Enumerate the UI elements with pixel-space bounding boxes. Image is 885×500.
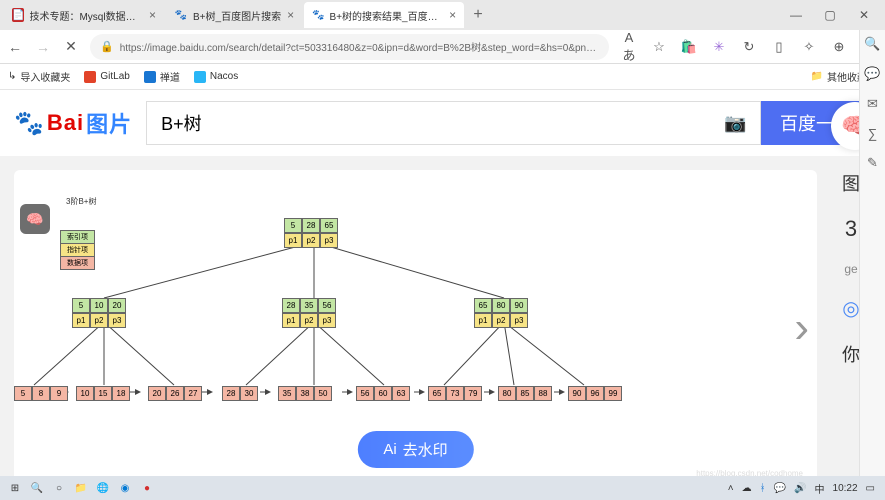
internal-node-c: 658090 p1p2p3 [474,298,528,328]
maximize-button[interactable]: ▢ [813,8,847,22]
root-node: 52865 p1p2p3 [284,218,338,248]
ai-icon: Ai [383,441,396,458]
tabs-icon[interactable]: ▯ [769,39,789,55]
baidu-logo[interactable]: 🐾 Bai 图片 [14,107,132,139]
paw-icon: 🐾 [14,109,45,138]
search-sidebar-icon[interactable]: 🔍 [864,36,880,52]
back-button[interactable]: ← [6,39,24,55]
collections-icon[interactable]: ✧ [799,39,819,55]
tray-time[interactable]: 10:22 [833,483,858,494]
leaf-node: 353850 [278,386,332,401]
url-text: https://image.baidu.com/search/detail?ct… [120,39,596,54]
translate-icon[interactable]: Aあ [619,30,639,64]
tab-close-icon[interactable]: × [449,8,456,22]
tray-ime-icon[interactable]: 中 [815,481,825,496]
bookmark-nacos[interactable]: Nacos [194,71,238,83]
tab-close-icon[interactable]: × [149,8,156,22]
page-header: 🐾 Bai 图片 📷 百度一下 🧠 [0,90,885,156]
downloads-icon[interactable]: ⊕ [829,39,849,55]
start-button[interactable]: ⊞ [4,478,26,498]
address-bar: ← → ✕ 🔒 https://image.baidu.com/search/d… [0,30,885,64]
browser-tab-2[interactable]: 🐾 B+树的搜索结果_百度图片搜索 × [304,2,464,28]
window-controls: — ▢ ✕ [779,8,881,22]
stop-reload-button[interactable]: ✕ [62,38,80,55]
leaf-node: 589 [14,386,68,401]
forward-button[interactable]: → [34,39,52,55]
math-sidebar-icon[interactable]: ∑ [868,126,877,141]
cortana-icon[interactable]: ○ [48,478,70,498]
tab-favicon: 📄 [12,8,24,22]
side-label-2: 3 [845,216,857,242]
minimize-button[interactable]: — [779,8,813,22]
bookmark-zentao[interactable]: 禅道 [144,69,180,84]
remove-watermark-button[interactable]: Ai 去水印 [357,431,473,468]
system-tray: ˄ ☁ ᚼ 💬 🔊 中 10:22 ▭ [728,481,881,496]
tray-expand-icon[interactable]: ˄ [728,483,734,494]
leaf-node: 202627 [148,386,202,401]
favorite-icon[interactable]: ☆ [649,39,669,55]
content-area: 🧠 3阶B+树 索引项 指针项 数据项 52865 p1p2p3 51020 p… [0,156,885,500]
bookmark-gitlab[interactable]: GitLab [84,71,129,83]
search-input[interactable] [146,101,711,145]
search-box: 📷 百度一下 [146,101,871,145]
side-label-3: ge [844,262,857,276]
browser-tab-1[interactable]: 🐾 B+树_百度图片搜索 × [166,2,302,28]
circle-icon[interactable]: ◎ [842,296,859,321]
tools-sidebar-icon[interactable]: ✎ [867,155,878,171]
tab-favicon: 🐾 [312,8,324,22]
next-image-button[interactable]: › [794,303,809,353]
leaf-node: 909699 [568,386,622,401]
refresh-ext-icon[interactable]: ↻ [739,39,759,55]
tab-close-icon[interactable]: × [287,8,294,22]
tab-label: 技术专题：Mysql数据库（视图… [29,8,143,23]
windows-taskbar: ⊞ 🔍 ○ 📁 🌐 ◉ ● ˄ ☁ ᚼ 💬 🔊 中 10:22 ▭ [0,476,885,500]
tray-wechat-icon[interactable]: 💬 [774,483,786,494]
tab-label: B+树的搜索结果_百度图片搜索 [330,8,444,23]
leaf-node: 808588 [498,386,552,401]
shopping-icon[interactable]: 🛍️ [679,39,699,55]
side-label-you: 你 [842,341,860,367]
window-tab-bar: 📄 技术专题：Mysql数据库（视图… × 🐾 B+树_百度图片搜索 × 🐾 B… [0,0,885,30]
brain-icon: 🧠 [20,204,50,234]
new-tab-button[interactable]: + [466,6,490,24]
leaf-node: 657379 [428,386,482,401]
side-label-1: 图 [842,170,860,196]
leaf-node: 566063 [356,386,410,401]
tab-favicon: 🐾 [174,8,188,22]
internal-node-a: 51020 p1p2p3 [72,298,126,328]
folder-icon: 📁 [811,71,823,82]
gitlab-icon [84,71,96,83]
diagram-title: 3阶B+树 [66,196,96,207]
diagram-legend: 索引项 指针项 数据项 [60,230,95,269]
tab-label: B+树_百度图片搜索 [193,8,281,23]
browser-tab-0[interactable]: 📄 技术专题：Mysql数据库（视图… × [4,2,164,28]
tray-bluetooth-icon[interactable]: ᚼ [760,483,766,494]
import-icon: ↳ [8,71,16,82]
internal-node-b: 283556 p1p2p3 [282,298,336,328]
chrome-icon[interactable]: 🌐 [92,478,114,498]
nacos-icon [194,71,206,83]
recording-icon[interactable]: ● [136,478,158,498]
extension-icon[interactable]: ✳ [709,39,729,55]
bookmarks-bar: ↳ 导入收藏夹 GitLab 禅道 Nacos 📁 其他收藏夹 [0,64,885,90]
zentao-icon [144,71,156,83]
mail-sidebar-icon[interactable]: ✉ [867,96,878,112]
notifications-icon[interactable]: ▭ [866,483,875,494]
lock-icon: 🔒 [100,40,114,53]
close-window-button[interactable]: ✕ [847,8,881,22]
import-bookmarks[interactable]: ↳ 导入收藏夹 [8,69,70,84]
search-taskbar-icon[interactable]: 🔍 [26,478,48,498]
edge-sidebar: 🔍 💬 ✉ ∑ ✎ ⚙ [859,30,885,500]
image-viewer: 🧠 3阶B+树 索引项 指针项 数据项 52865 p1p2p3 51020 p… [14,170,817,486]
url-input[interactable]: 🔒 https://image.baidu.com/search/detail?… [90,34,609,60]
explorer-icon[interactable]: 📁 [70,478,92,498]
leaf-node: 101518 [76,386,130,401]
camera-search-icon[interactable]: 📷 [711,101,761,145]
leaf-node: 2830 [222,386,258,401]
tray-volume-icon[interactable]: 🔊 [794,483,806,494]
edge-icon[interactable]: ◉ [114,478,136,498]
chat-sidebar-icon[interactable]: 💬 [864,66,880,82]
tray-cloud-icon[interactable]: ☁ [742,483,752,494]
